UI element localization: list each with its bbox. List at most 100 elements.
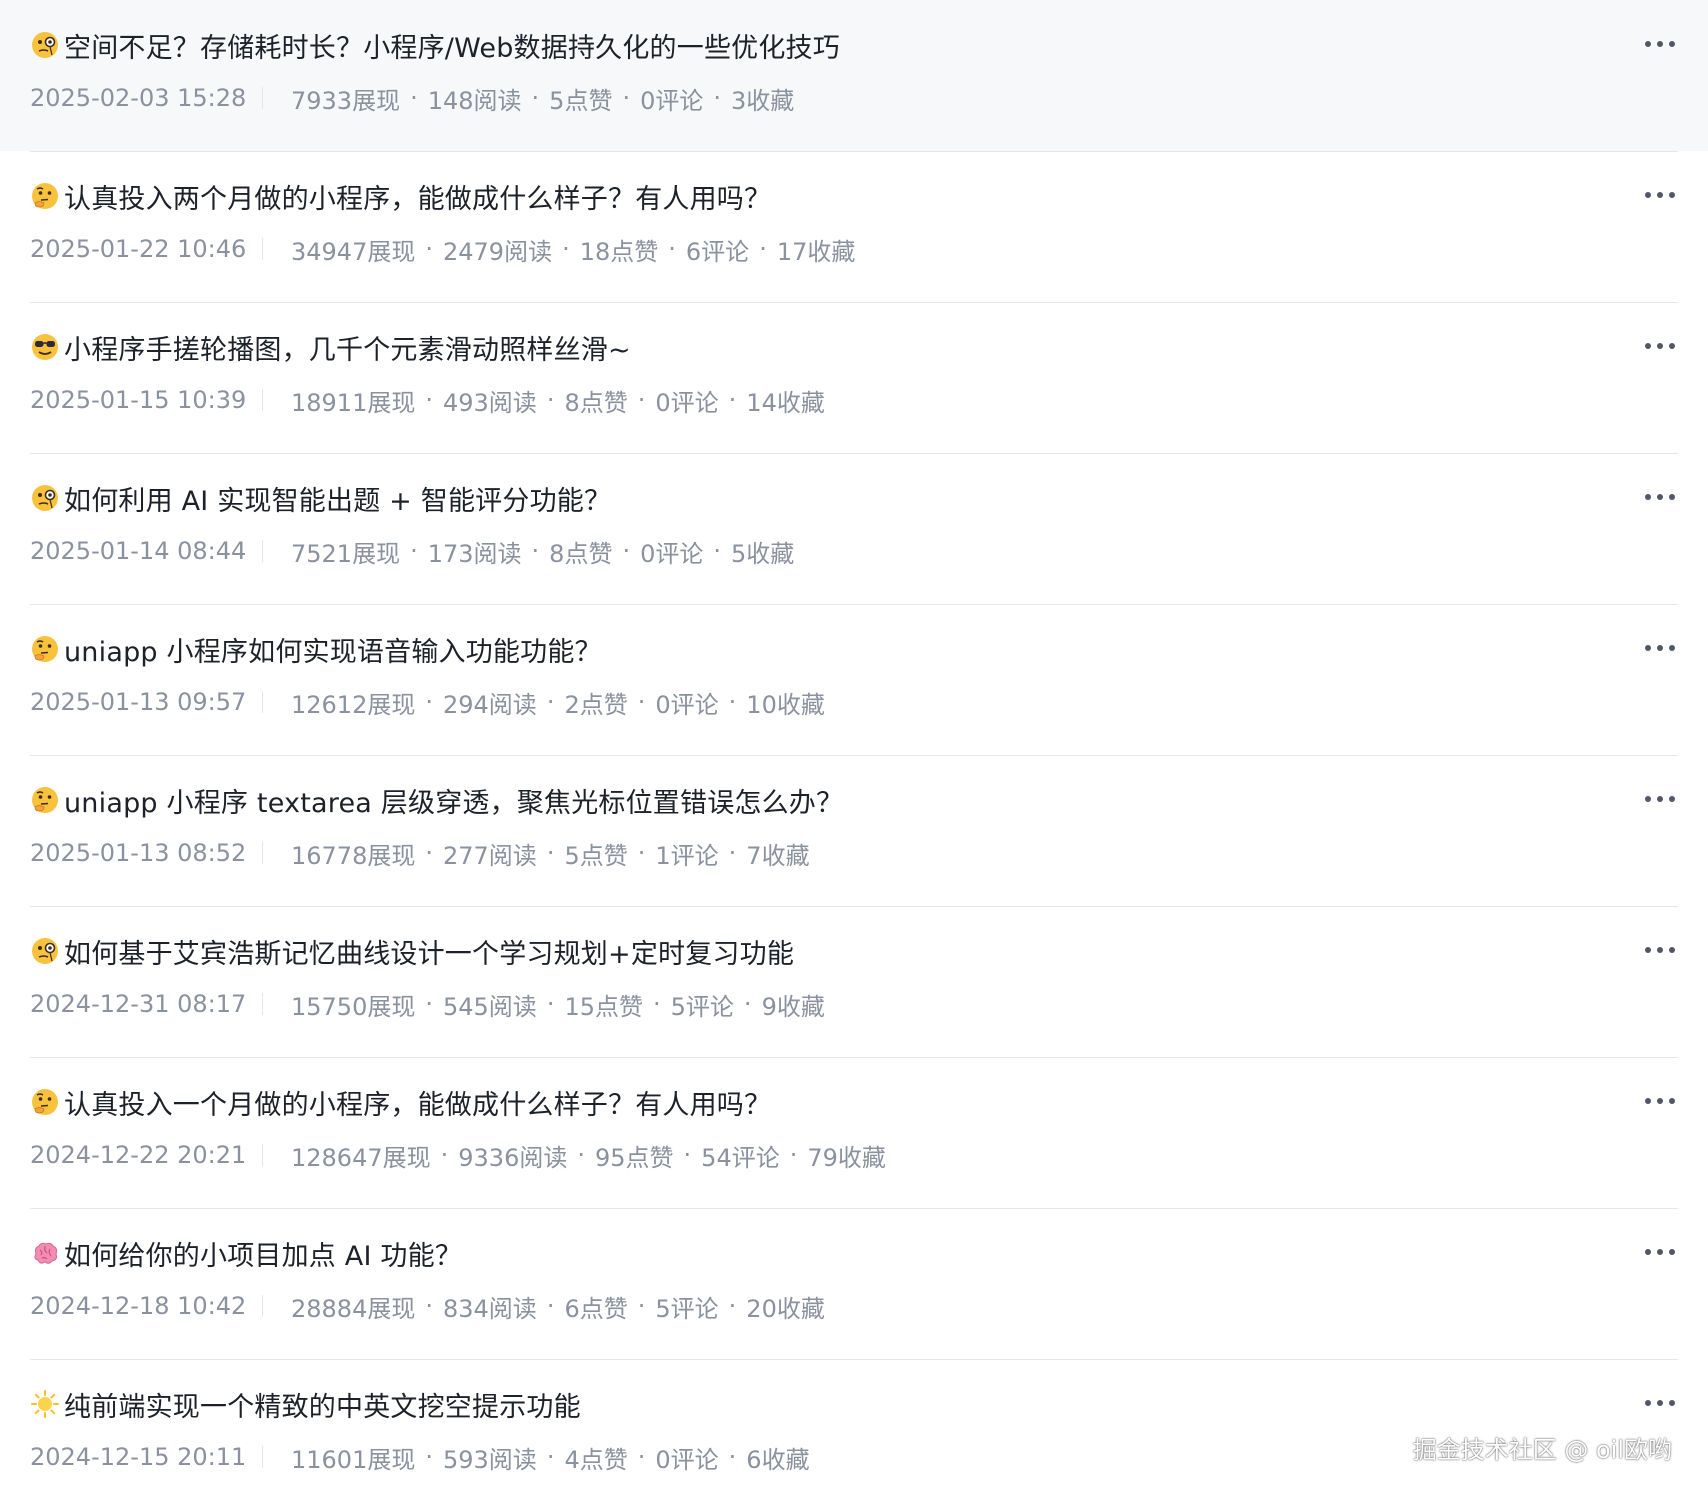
- more-options-button[interactable]: [1642, 1389, 1678, 1417]
- article-item[interactable]: uniapp 小程序如何实现语音输入功能功能？ 2025-01-13 09:57…: [0, 604, 1708, 756]
- stat-favorites: 17收藏: [776, 237, 856, 266]
- article-title-row[interactable]: 纯前端实现一个精致的中英文挖空提示功能: [30, 1383, 581, 1425]
- article-title-row[interactable]: 空间不足？存储耗时长？小程序/Web数据持久化的一些优化技巧: [30, 24, 840, 66]
- article-meta: 2025-01-13 08:52 16778展现 · 277阅读 · 5点赞 ·…: [30, 835, 810, 871]
- ellipsis-icon: [1645, 796, 1675, 802]
- article-title[interactable]: 如何给你的小项目加点 AI 功能？: [64, 1234, 462, 1273]
- article-item[interactable]: 如何给你的小项目加点 AI 功能？ 2024-12-18 10:42 28884…: [0, 1208, 1708, 1360]
- stat-dot: ·: [653, 990, 661, 1018]
- article-title-row[interactable]: 认真投入两个月做的小程序，能做成什么样子？有人用吗？: [30, 175, 771, 217]
- stat-dot: ·: [410, 84, 418, 112]
- article-title[interactable]: 纯前端实现一个精致的中英文挖空提示功能: [64, 1385, 581, 1424]
- stat-reads: 294阅读: [443, 690, 537, 719]
- ellipsis-icon: [1645, 947, 1675, 953]
- more-options-button[interactable]: [1642, 181, 1678, 209]
- stat-reads: 834阅读: [443, 1294, 537, 1323]
- article-title[interactable]: 空间不足？存储耗时长？小程序/Web数据持久化的一些优化技巧: [64, 26, 840, 65]
- more-options-button[interactable]: [1642, 785, 1678, 813]
- stat-dot: ·: [728, 1443, 737, 1471]
- article-title[interactable]: 小程序手搓轮播图，几千个元素滑动照样丝滑~: [64, 328, 631, 367]
- stat-favorites: 10收藏: [746, 690, 825, 719]
- ellipsis-icon: [1645, 494, 1675, 500]
- thinking-face-icon: [30, 181, 60, 211]
- stat-likes: 5点赞: [564, 841, 628, 870]
- article-item[interactable]: 小程序手搓轮播图，几千个元素滑动照样丝滑~ 2025-01-15 10:39 1…: [0, 302, 1708, 454]
- stat-likes: 5点赞: [549, 86, 613, 115]
- article-title[interactable]: 认真投入两个月做的小程序，能做成什么样子？有人用吗？: [64, 177, 771, 216]
- stat-dot: ·: [728, 1292, 737, 1320]
- article-item[interactable]: 认真投入一个月做的小程序，能做成什么样子？有人用吗？ 2024-12-22 20…: [0, 1057, 1708, 1209]
- stat-dot: ·: [577, 1141, 585, 1169]
- stat-dot: ·: [562, 235, 570, 263]
- meta-divider: [262, 87, 263, 109]
- stat-reads: 2479阅读: [443, 237, 553, 266]
- stat-dot: ·: [410, 537, 418, 565]
- stat-views: 128647展现: [291, 1143, 431, 1172]
- stat-likes: 15点赞: [564, 992, 643, 1021]
- more-options-button[interactable]: [1642, 1087, 1678, 1115]
- stat-comments: 0评论: [655, 1445, 719, 1474]
- article-item[interactable]: 如何利用 AI 实现智能出题 + 智能评分功能？ 2025-01-14 08:4…: [0, 453, 1708, 605]
- ellipsis-icon: [1645, 1098, 1675, 1104]
- stat-reads: 9336阅读: [458, 1143, 568, 1172]
- article-item-inner: uniapp 小程序如何实现语音输入功能功能？ 2025-01-13 09:57…: [30, 604, 1678, 756]
- stat-views: 12612展现: [291, 690, 416, 719]
- stat-favorites: 7收藏: [746, 841, 810, 870]
- ellipsis-icon: [1645, 192, 1675, 198]
- stat-reads: 493阅读: [443, 388, 537, 417]
- article-meta: 2025-01-22 10:46 34947展现 · 2479阅读 · 18点赞…: [30, 231, 855, 267]
- stat-dot: ·: [425, 1292, 433, 1320]
- more-options-button[interactable]: [1642, 936, 1678, 964]
- article-item-inner: 如何基于艾宾浩斯记忆曲线设计一个学习规划+定时复习功能 2024-12-31 0…: [30, 906, 1678, 1058]
- article-item[interactable]: 认真投入两个月做的小程序，能做成什么样子？有人用吗？ 2025-01-22 10…: [0, 151, 1708, 303]
- stat-comments: 5评论: [655, 1294, 719, 1323]
- sun-icon: [30, 1389, 60, 1419]
- article-title[interactable]: 认真投入一个月做的小程序，能做成什么样子？有人用吗？: [64, 1083, 771, 1122]
- stat-comments: 5评论: [670, 992, 734, 1021]
- article-title[interactable]: 如何基于艾宾浩斯记忆曲线设计一个学习规划+定时复习功能: [64, 932, 794, 971]
- ellipsis-icon: [1645, 343, 1675, 349]
- stat-comments: 0评论: [655, 690, 719, 719]
- meta-divider: [262, 1144, 263, 1166]
- ellipsis-icon: [1645, 645, 1675, 651]
- stat-likes: 8点赞: [564, 388, 628, 417]
- more-options-button[interactable]: [1642, 1238, 1678, 1266]
- article-title-row[interactable]: uniapp 小程序如何实现语音输入功能功能？: [30, 628, 602, 670]
- article-item[interactable]: 如何基于艾宾浩斯记忆曲线设计一个学习规划+定时复习功能 2024-12-31 0…: [0, 906, 1708, 1058]
- article-title-row[interactable]: 小程序手搓轮播图，几千个元素滑动照样丝滑~: [30, 326, 631, 368]
- more-options-button[interactable]: [1642, 332, 1678, 360]
- more-options-button[interactable]: [1642, 634, 1678, 662]
- stat-dot: ·: [637, 839, 646, 867]
- stat-dot: ·: [546, 839, 555, 867]
- stat-likes: 18点赞: [579, 237, 659, 266]
- article-title-row[interactable]: 认真投入一个月做的小程序，能做成什么样子？有人用吗？: [30, 1081, 771, 1123]
- more-options-button[interactable]: [1642, 483, 1678, 511]
- article-meta: 2025-01-14 08:44 7521展现 · 173阅读 · 8点赞 · …: [30, 533, 794, 569]
- stat-dot: ·: [546, 1292, 555, 1320]
- article-item-inner: 空间不足？存储耗时长？小程序/Web数据持久化的一些优化技巧 2025-02-0…: [30, 0, 1678, 152]
- article-title[interactable]: 如何利用 AI 实现智能出题 + 智能评分功能？: [64, 479, 611, 518]
- thinking-face-icon: [30, 785, 60, 815]
- article-title-row[interactable]: 如何基于艾宾浩斯记忆曲线设计一个学习规划+定时复习功能: [30, 930, 794, 972]
- stat-comments: 1评论: [655, 841, 719, 870]
- article-title[interactable]: uniapp 小程序 textarea 层级穿透，聚焦光标位置错误怎么办？: [64, 781, 843, 820]
- article-title-row[interactable]: 如何利用 AI 实现智能出题 + 智能评分功能？: [30, 477, 611, 519]
- stat-reads: 173阅读: [427, 539, 522, 568]
- article-title[interactable]: uniapp 小程序如何实现语音输入功能功能？: [64, 630, 602, 669]
- article-title-row[interactable]: uniapp 小程序 textarea 层级穿透，聚焦光标位置错误怎么办？: [30, 779, 843, 821]
- meta-divider: [262, 238, 263, 260]
- stat-likes: 6点赞: [564, 1294, 628, 1323]
- article-date: 2025-01-15 10:39: [30, 386, 247, 414]
- more-options-button[interactable]: [1642, 30, 1678, 58]
- article-item-inner: 小程序手搓轮播图，几千个元素滑动照样丝滑~ 2025-01-15 10:39 1…: [30, 302, 1678, 454]
- article-item[interactable]: uniapp 小程序 textarea 层级穿透，聚焦光标位置错误怎么办？ 20…: [0, 755, 1708, 907]
- stat-favorites: 5收藏: [731, 539, 795, 568]
- stat-dot: ·: [637, 1292, 646, 1320]
- stat-dot: ·: [637, 688, 646, 716]
- stat-dot: ·: [728, 688, 737, 716]
- meta-divider: [262, 1295, 263, 1317]
- stat-dot: ·: [546, 386, 555, 414]
- article-item[interactable]: 空间不足？存储耗时长？小程序/Web数据持久化的一些优化技巧 2025-02-0…: [0, 0, 1708, 152]
- article-title-row[interactable]: 如何给你的小项目加点 AI 功能？: [30, 1232, 462, 1274]
- stat-dot: ·: [683, 1141, 692, 1169]
